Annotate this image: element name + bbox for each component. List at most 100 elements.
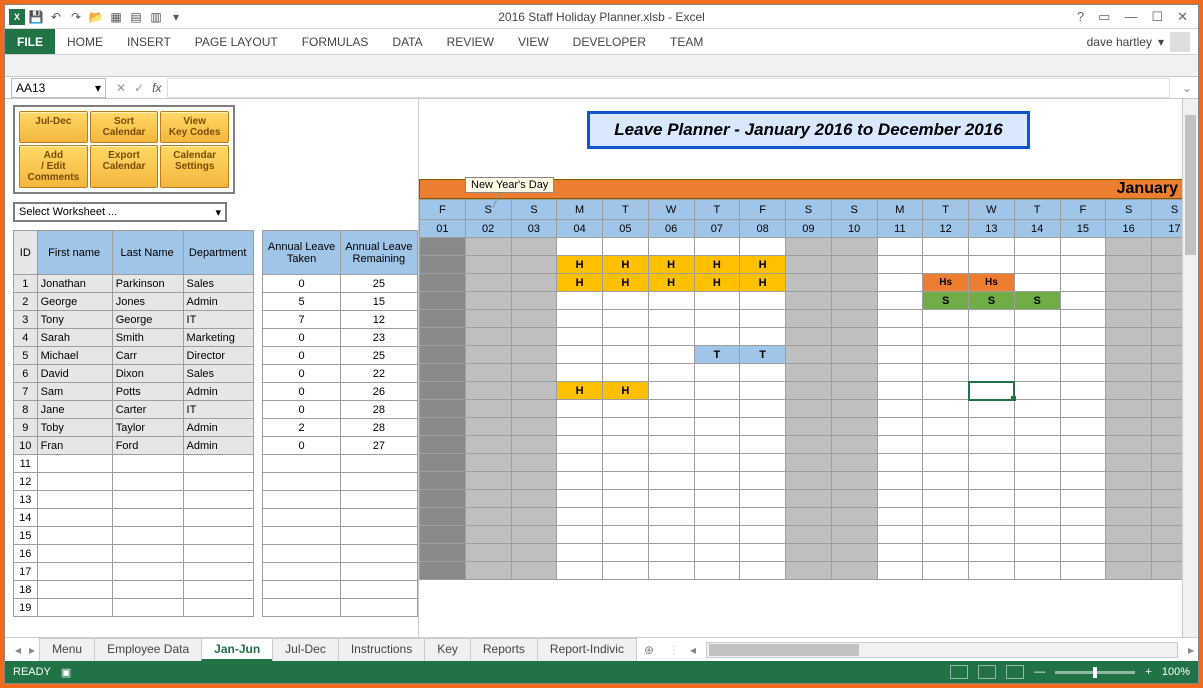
cal-cell[interactable] xyxy=(786,364,832,382)
cal-cell[interactable] xyxy=(877,472,923,490)
cal-cell[interactable] xyxy=(1060,418,1106,436)
zoom-in-button[interactable]: + xyxy=(1145,666,1151,678)
cal-cell[interactable] xyxy=(694,310,740,328)
cal-cell[interactable] xyxy=(740,310,786,328)
cal-cell[interactable] xyxy=(511,472,557,490)
cal-cell[interactable] xyxy=(923,256,969,274)
cal-cell[interactable] xyxy=(557,472,603,490)
sheet-tab-report-indivic[interactable]: Report-Indivic xyxy=(537,638,637,661)
staff-row-empty[interactable]: 14 xyxy=(14,509,418,527)
fx-icon[interactable]: fx xyxy=(152,81,161,95)
cal-cell[interactable] xyxy=(969,364,1015,382)
cal-cell[interactable] xyxy=(786,508,832,526)
cal-cell[interactable] xyxy=(740,418,786,436)
cal-cell[interactable] xyxy=(557,490,603,508)
cal-cell[interactable] xyxy=(1060,346,1106,364)
staff-row-empty[interactable]: 16 xyxy=(14,545,418,563)
staff-row[interactable]: 4 Sarah Smith Marketing 0 23 xyxy=(14,329,418,347)
preview-icon[interactable]: ▦ xyxy=(107,8,125,26)
cal-cell[interactable] xyxy=(694,508,740,526)
cal-cell[interactable] xyxy=(786,256,832,274)
cal-row[interactable] xyxy=(420,328,1198,346)
cal-cell[interactable] xyxy=(511,454,557,472)
cal-cell[interactable] xyxy=(923,418,969,436)
cal-cell[interactable] xyxy=(648,238,694,256)
cal-row[interactable]: SSS xyxy=(420,292,1198,310)
cal-cell[interactable] xyxy=(420,418,466,436)
cal-cell[interactable] xyxy=(465,274,511,292)
cal-cell[interactable] xyxy=(1106,472,1152,490)
cal-cell[interactable] xyxy=(511,490,557,508)
cancel-icon[interactable]: ✕ xyxy=(116,81,126,95)
cal-cell[interactable] xyxy=(557,508,603,526)
cal-cell[interactable] xyxy=(1060,490,1106,508)
cal-cell[interactable] xyxy=(740,400,786,418)
cal-cell[interactable] xyxy=(511,292,557,310)
cal-cell[interactable] xyxy=(603,400,649,418)
sheet-tab-instructions[interactable]: Instructions xyxy=(338,638,425,661)
cal-cell[interactable] xyxy=(969,544,1015,562)
cal-cell[interactable] xyxy=(557,238,603,256)
cal-cell[interactable] xyxy=(740,364,786,382)
cal-cell[interactable] xyxy=(511,328,557,346)
cal-cell[interactable] xyxy=(877,292,923,310)
cal-cell[interactable] xyxy=(740,472,786,490)
cal-cell[interactable]: T xyxy=(740,346,786,364)
cal-cell[interactable] xyxy=(969,400,1015,418)
ribbon-tab-view[interactable]: VIEW xyxy=(506,29,561,54)
cal-cell[interactable] xyxy=(557,364,603,382)
cal-cell[interactable] xyxy=(511,382,557,400)
cal-cell[interactable] xyxy=(694,292,740,310)
cal-cell[interactable] xyxy=(1060,310,1106,328)
cal-cell[interactable] xyxy=(740,508,786,526)
cal-cell[interactable] xyxy=(877,310,923,328)
cal-row[interactable] xyxy=(420,400,1198,418)
cal-cell[interactable] xyxy=(786,562,832,580)
cal-cell[interactable]: T xyxy=(694,346,740,364)
cal-cell[interactable] xyxy=(831,346,877,364)
cal-cell[interactable] xyxy=(648,328,694,346)
cal-cell[interactable] xyxy=(786,472,832,490)
cal-cell[interactable] xyxy=(648,400,694,418)
cal-cell[interactable] xyxy=(969,256,1015,274)
cal-cell[interactable] xyxy=(694,436,740,454)
cal-cell[interactable] xyxy=(877,346,923,364)
cal-cell[interactable] xyxy=(786,310,832,328)
staff-table[interactable]: IDFirst nameLast NameDepartmentAnnual Le… xyxy=(13,230,418,617)
cal-cell[interactable] xyxy=(511,238,557,256)
cal-cell[interactable]: H xyxy=(557,274,603,292)
view-break-icon[interactable] xyxy=(1006,665,1024,679)
cal-cell[interactable] xyxy=(923,454,969,472)
cal-cell[interactable] xyxy=(831,490,877,508)
cal-cell[interactable]: H xyxy=(694,256,740,274)
cal-cell[interactable] xyxy=(1060,436,1106,454)
cal-cell[interactable] xyxy=(557,292,603,310)
cal-cell[interactable] xyxy=(420,508,466,526)
cal-cell[interactable] xyxy=(465,418,511,436)
select-worksheet-dropdown[interactable]: Select Worksheet ... ▾ xyxy=(13,202,227,222)
sheet-nav-prev[interactable]: ▸ xyxy=(25,643,39,657)
cal-cell[interactable] xyxy=(786,274,832,292)
cal-cell[interactable] xyxy=(877,364,923,382)
cal-cell[interactable] xyxy=(648,490,694,508)
cal-cell[interactable] xyxy=(511,562,557,580)
cal-cell[interactable] xyxy=(420,490,466,508)
zoom-out-button[interactable]: — xyxy=(1034,666,1045,678)
cal-cell[interactable] xyxy=(1060,562,1106,580)
staff-row[interactable]: 9 Toby Taylor Admin 2 28 xyxy=(14,419,418,437)
cal-cell[interactable] xyxy=(923,472,969,490)
cal-cell[interactable] xyxy=(694,328,740,346)
cal-cell[interactable] xyxy=(1014,526,1060,544)
cal-cell[interactable] xyxy=(557,544,603,562)
cal-cell[interactable] xyxy=(923,310,969,328)
zoom-level[interactable]: 100% xyxy=(1162,666,1190,678)
cal-cell[interactable] xyxy=(923,346,969,364)
ribbon-tab-review[interactable]: REVIEW xyxy=(435,29,506,54)
cal-cell[interactable] xyxy=(831,292,877,310)
cal-cell[interactable] xyxy=(1106,400,1152,418)
macro-button-calendar-settings[interactable]: CalendarSettings xyxy=(160,145,229,188)
cal-row[interactable]: HHHHH xyxy=(420,256,1198,274)
cal-cell[interactable] xyxy=(557,310,603,328)
cal-cell[interactable] xyxy=(694,562,740,580)
cal-cell[interactable] xyxy=(557,436,603,454)
